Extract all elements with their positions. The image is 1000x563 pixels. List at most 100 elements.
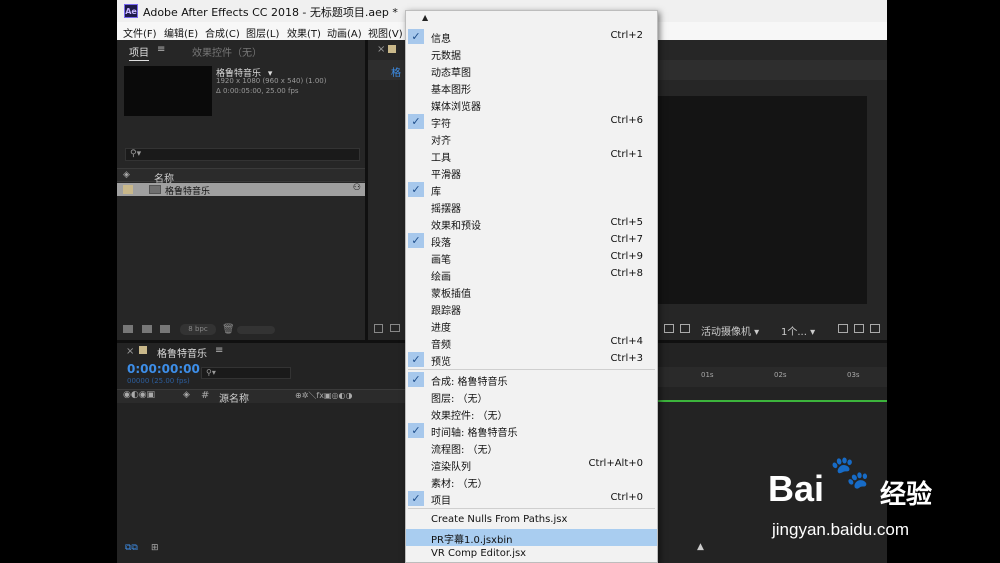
thumbnail-slider[interactable] (237, 326, 275, 334)
menu-item-label: 项目 (431, 496, 451, 507)
menu-item[interactable]: PR字幕1.0.jsxbin (406, 529, 657, 546)
menu-item[interactable]: 画笔 Ctrl+9 (406, 249, 657, 266)
close-tab-icon[interactable]: × (377, 44, 385, 55)
menu-item[interactable]: 摇摆器 (406, 198, 657, 215)
menu-composition[interactable]: 合成(C) (205, 25, 240, 40)
menu-item[interactable]: ✓ 段落 Ctrl+7 (406, 232, 657, 249)
timeline-search-input[interactable]: ⚲▾ (201, 367, 291, 379)
project-search-input[interactable]: ⚲▾ (125, 148, 360, 161)
region-icon[interactable] (664, 324, 674, 333)
menu-item[interactable]: 图层: （无） (406, 388, 657, 405)
comp-subtab[interactable]: 格 (391, 64, 401, 79)
menu-animation[interactable]: 动画(A) (327, 25, 362, 40)
comp-canvas[interactable] (657, 96, 867, 304)
watermark-url: jingyan.baidu.com (772, 520, 910, 539)
ruler-tick-2s: 02s (774, 371, 787, 379)
source-name-header[interactable]: 源名称 (219, 390, 249, 405)
av-features-icons[interactable]: ◉◐◉▣ (123, 390, 155, 400)
menu-item[interactable]: 基本图形 (406, 79, 657, 96)
comp-flowchart-icon[interactable]: ⧉⧉ (125, 543, 138, 553)
window-title: Adobe After Effects CC 2018 - 无标题项目.aep … (143, 6, 398, 19)
menu-item-shortcut: Ctrl+5 (610, 217, 643, 228)
watermark-logo-text: Bai (768, 468, 825, 509)
trash-icon[interactable]: 🗑 (222, 324, 235, 335)
menu-item-label: 效果控件: （无） (431, 411, 508, 422)
menu-view[interactable]: 视图(V) (368, 25, 403, 40)
menu-item[interactable]: 工具 Ctrl+1 (406, 147, 657, 164)
checkmark-icon: ✓ (408, 423, 424, 438)
timeline-tab-title[interactable]: 格鲁特音乐 (157, 345, 207, 360)
snapshot-icon[interactable] (374, 324, 383, 333)
new-folder-icon[interactable] (142, 325, 152, 333)
views-dropdown[interactable]: 1个... ▾ (781, 323, 815, 338)
menu-item-label: VR Comp Editor.jsx (431, 548, 527, 559)
tab-project[interactable]: 项目 (129, 44, 149, 61)
tab-effect-controls[interactable]: 效果控件（无） (192, 44, 262, 59)
flowchart-icon[interactable]: ⚇ (353, 183, 361, 193)
menu-item[interactable]: ✓ 预览 Ctrl+3 (406, 351, 657, 368)
label-tag-icon[interactable]: ◈ (183, 390, 190, 400)
menu-item[interactable]: 蒙板插值 (406, 283, 657, 300)
menu-item[interactable]: ✓ 时间轴: 格鲁特音乐 (406, 422, 657, 439)
new-composition-icon[interactable] (160, 325, 170, 333)
project-tabs: 项目 ≡ 效果控件（无） (117, 42, 365, 62)
project-item-row[interactable]: 格鲁特音乐 ⚇ (117, 183, 365, 197)
menu-item[interactable]: 渲染队列 Ctrl+Alt+0 (406, 456, 657, 473)
transparency-grid-icon[interactable] (680, 324, 690, 333)
menu-item[interactable]: ✓ 项目 Ctrl+0 (406, 490, 657, 507)
reset-exposure-icon[interactable] (854, 324, 864, 333)
menu-item-label: 流程图: （无） (431, 445, 498, 456)
work-area-bar[interactable] (657, 400, 887, 402)
menu-item[interactable]: 平滑器 (406, 164, 657, 181)
menu-item[interactable]: ✓ 字符 Ctrl+6 (406, 113, 657, 130)
menu-item[interactable]: 绘画 Ctrl+8 (406, 266, 657, 283)
menu-item[interactable]: 效果和预设 Ctrl+5 (406, 215, 657, 232)
flowchart-view-icon[interactable] (870, 324, 880, 333)
close-timeline-icon[interactable]: × (126, 346, 134, 357)
menu-item[interactable]: 素材: （无） (406, 473, 657, 490)
checkmark-icon: ✓ (408, 114, 424, 129)
menu-item[interactable]: 进度 (406, 317, 657, 334)
ruler-tick-3s: 03s (847, 371, 860, 379)
current-time-display[interactable]: 0:00:00:00 (127, 362, 200, 376)
switches-icons[interactable]: ⊕✲＼fx▣◎◐◑ (295, 390, 352, 401)
comp-info-duration: Δ 0:00:05:00, 25.00 fps (216, 87, 299, 95)
menu-item[interactable]: ✓ 库 (406, 181, 657, 198)
monitor-icon[interactable] (390, 324, 400, 332)
menu-item[interactable]: 效果控件: （无） (406, 405, 657, 422)
bpc-button[interactable]: 8 bpc (180, 324, 216, 335)
menu-item[interactable]: Create Nulls From Paths.jsx (406, 512, 657, 529)
panel-menu-icon[interactable]: ≡ (157, 44, 165, 55)
menu-item-label: 媒体浏览器 (431, 102, 481, 113)
camera-dropdown[interactable]: 活动摄像机 ▾ (701, 323, 759, 338)
project-item-name: 格鲁特音乐 (165, 187, 211, 197)
scroll-up-arrow-icon[interactable]: ▲ (422, 13, 428, 22)
menu-item[interactable]: 音频 Ctrl+4 (406, 334, 657, 351)
menu-effect[interactable]: 效果(T) (287, 25, 321, 40)
timeline-menu-icon[interactable]: ≡ (215, 345, 223, 356)
time-ruler[interactable]: 01s 02s 03s (657, 367, 887, 387)
menu-item-label: 库 (431, 187, 441, 198)
window-menu-dropdown: ▲ ✓ 信息 Ctrl+2 元数据 动态草图 基本图形 媒体浏览器 ✓ 字符 Ctrl+6 对齐 工具… (405, 10, 658, 563)
menu-item[interactable]: 跟踪器 (406, 300, 657, 317)
menu-item[interactable]: 动态草图 (406, 62, 657, 79)
menu-item[interactable]: ✓ 合成: 格鲁特音乐 (406, 371, 657, 388)
menu-item-label: 摇摆器 (431, 204, 461, 215)
label-tag-icon[interactable]: ◈ (123, 170, 130, 180)
menu-item[interactable]: 媒体浏览器 (406, 96, 657, 113)
layout-icon[interactable] (838, 324, 848, 333)
menu-item[interactable]: 流程图: （无） (406, 439, 657, 456)
menu-item[interactable]: VR Comp Editor.jsx (406, 546, 657, 563)
menu-item-label: 工具 (431, 153, 451, 164)
checkmark-icon: ✓ (408, 233, 424, 248)
interpret-footage-icon[interactable] (123, 325, 133, 333)
menu-file[interactable]: 文件(F) (123, 25, 157, 40)
zoom-mountain-icon[interactable]: ▲ (697, 542, 704, 552)
menu-item[interactable]: 对齐 (406, 130, 657, 147)
menu-layer[interactable]: 图层(L) (246, 25, 279, 40)
render-time-icon[interactable]: ⊞ (151, 543, 159, 553)
composition-icon (149, 185, 161, 194)
menu-item[interactable]: ✓ 信息 Ctrl+2 (406, 28, 657, 45)
menu-item[interactable]: 元数据 (406, 45, 657, 62)
menu-edit[interactable]: 编辑(E) (164, 25, 198, 40)
